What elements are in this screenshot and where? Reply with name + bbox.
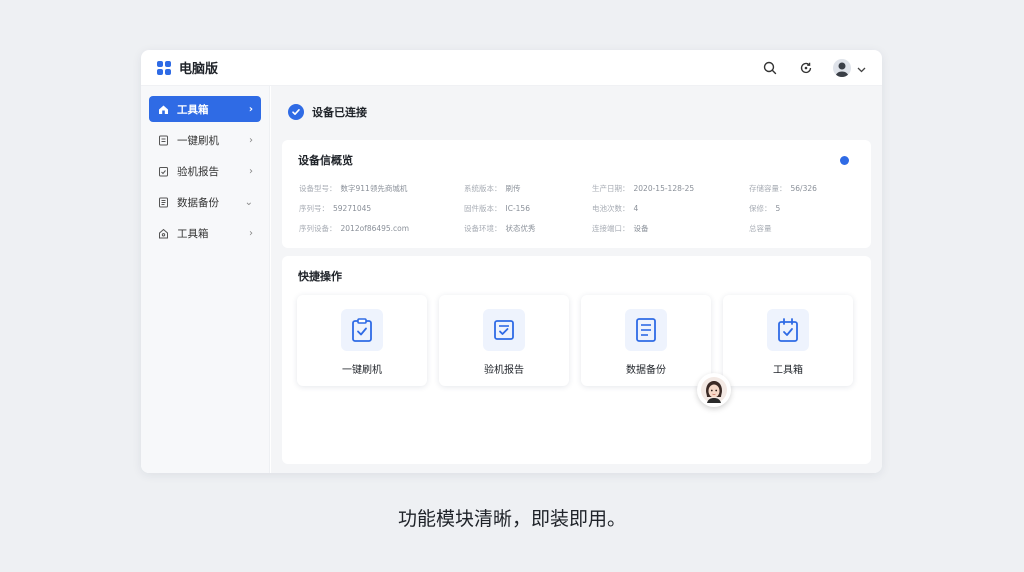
backup-icon (157, 196, 169, 208)
connection-status: 设备已连接 (288, 104, 367, 120)
info-field: 序列设备： 2012of86495.com (299, 224, 410, 233)
sidebar-item-label: 一键刷机 (177, 134, 219, 147)
quick-action-label: 一键刷机 (342, 365, 382, 376)
device-overview-card: 设备信概览 设备型号： 数字911领先商城机 系统版本： 刷传 生产日期： 2020-… (282, 140, 871, 248)
chevron-right-icon: › (248, 103, 253, 115)
sidebar-item-label: 验机报告 (177, 165, 219, 178)
info-field: 总容量 (749, 224, 772, 233)
quick-action-label: 工具箱 (773, 365, 803, 376)
avatar (833, 58, 851, 77)
chevron-down-icon (857, 58, 866, 77)
quick-action-label: 数据备份 (626, 365, 666, 376)
sidebar: 工具箱 › 一键刷机 › 验机报告 › 数据备份 ⌄ 工具箱 › (141, 86, 270, 473)
quick-actions-card: 快捷操作 一键刷机 验机报告 数据备份 工具箱 (282, 256, 871, 464)
collapse-toggle-icon[interactable] (840, 156, 849, 165)
info-field: 保修： 5 (749, 204, 781, 213)
report-icon (157, 165, 169, 177)
clipboard-check-icon (341, 309, 383, 351)
info-field: 固件版本： IC-156 (464, 204, 530, 213)
quick-actions-title: 快捷操作 (298, 270, 342, 283)
overview-title: 设备信概览 (298, 154, 353, 167)
chevron-right-icon: › (249, 165, 253, 177)
sidebar-item-backup[interactable]: 数据备份 ⌄ (149, 189, 261, 215)
sidebar-item-label: 数据备份 (177, 196, 219, 209)
search-icon[interactable] (761, 59, 779, 77)
status-text: 设备已连接 (312, 106, 367, 119)
chevron-down-icon: ⌄ (244, 196, 253, 208)
info-field: 存储容量： 56/326 (749, 184, 817, 193)
quick-action-backup[interactable]: 数据备份 (581, 295, 711, 386)
user-menu[interactable] (833, 58, 866, 77)
caption-text: 功能模块清晰，即装即用。 (397, 508, 626, 530)
sidebar-item-toolbox[interactable]: 工具箱 › (149, 220, 261, 246)
refresh-icon[interactable] (797, 59, 815, 77)
toolbox-icon (157, 227, 169, 239)
chevron-right-icon: › (249, 227, 253, 239)
info-field: 生产日期： 2020-15-128-25 (592, 184, 695, 193)
quick-action-label: 验机报告 (484, 365, 524, 376)
sidebar-item-label: 工具箱 (177, 227, 209, 240)
chevron-right-icon: › (249, 134, 253, 146)
quick-action-report[interactable]: 验机报告 (439, 295, 569, 386)
sidebar-item-label: 工具箱 (177, 103, 209, 116)
info-field: 设备环境： 状态优秀 (464, 224, 536, 233)
info-field: 电池次数： 4 (592, 204, 639, 213)
quick-actions-row: 一键刷机 验机报告 数据备份 工具箱 (297, 295, 853, 386)
assistant-avatar[interactable] (697, 373, 731, 407)
document-icon (157, 134, 169, 146)
app-window: 电脑版 工具箱 › 一键刷机 › 验机报告 › 数据备份 ⌄ 工具箱 › 设备已… (141, 50, 882, 473)
info-field: 连接端口： 设备 (592, 224, 649, 233)
title-bar: 电脑版 (141, 50, 882, 86)
device-info-grid: 设备型号： 数字911领先商城机 系统版本： 刷传 生产日期： 2020-15-128… (299, 183, 859, 234)
app-logo-icon (157, 60, 171, 75)
app-title: 电脑版 (179, 62, 219, 77)
sidebar-item-flash[interactable]: 一键刷机 › (149, 127, 261, 153)
sidebar-item-report[interactable]: 验机报告 › (149, 158, 261, 184)
calendar-check-icon (767, 309, 809, 351)
assistant-face-icon (701, 377, 727, 403)
quick-action-toolbox[interactable]: 工具箱 (723, 295, 853, 386)
home-icon (157, 103, 169, 115)
check-circle-icon (288, 104, 304, 120)
info-field: 序列号： 59271045 (299, 204, 372, 213)
info-field: 系统版本： 刷传 (464, 184, 521, 193)
checklist-icon (483, 309, 525, 351)
document-lines-icon (625, 309, 667, 351)
main-content: 设备已连接 设备信概览 设备型号： 数字911领先商城机 系统版本： 刷传 生产日期… (271, 86, 882, 473)
quick-action-flash[interactable]: 一键刷机 (297, 295, 427, 386)
info-field: 设备型号： 数字911领先商城机 (299, 184, 408, 193)
sidebar-item-toolbox-active[interactable]: 工具箱 › (149, 96, 261, 122)
